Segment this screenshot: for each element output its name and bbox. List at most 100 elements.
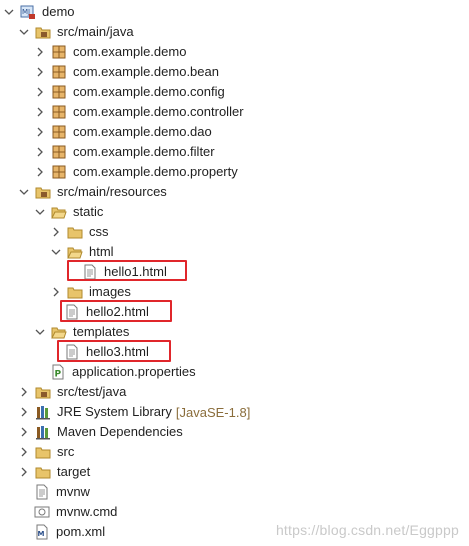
folder-icon [35, 464, 51, 480]
svg-text:MJ: MJ [22, 8, 30, 16]
source-folder-icon [35, 184, 51, 200]
tree-node-package[interactable]: com.example.demo [35, 42, 186, 62]
library-label: Maven Dependencies [57, 424, 183, 439]
tree-node-jre-library[interactable]: JRE System Library [JavaSE-1.8] [19, 402, 250, 422]
tree-node-package[interactable]: com.example.demo.bean [35, 62, 219, 82]
file-label: pom.xml [56, 524, 106, 539]
folder-label: css [89, 224, 109, 239]
package-icon [51, 84, 67, 100]
folder-label: images [89, 284, 131, 299]
file-icon [34, 484, 50, 500]
library-version-label: [JavaSE-1.8] [175, 404, 251, 420]
package-label: com.example.demo.property [73, 164, 238, 179]
tree-node-src-main-java[interactable]: src/main/java [19, 22, 134, 42]
tree-node-package[interactable]: com.example.demo.controller [35, 102, 244, 122]
properties-file-icon: P [50, 364, 66, 380]
chevron-right-icon[interactable] [51, 287, 61, 297]
file-label: application.properties [72, 364, 196, 379]
chevron-right-icon[interactable] [35, 127, 45, 137]
project-label: demo [42, 4, 75, 19]
folder-open-icon [67, 244, 83, 260]
chevron-right-icon[interactable] [19, 387, 29, 397]
tree-node-css[interactable]: css [51, 222, 109, 242]
chevron-right-icon[interactable] [19, 447, 29, 457]
file-label: mvnw.cmd [56, 504, 118, 519]
pom-file-icon: M [34, 524, 50, 540]
package-label: com.example.demo.filter [73, 144, 215, 159]
library-icon [35, 404, 51, 420]
chevron-right-icon[interactable] [19, 427, 29, 437]
source-folder-icon [35, 24, 51, 40]
cmd-file-icon [34, 504, 50, 520]
folder-open-icon [51, 324, 67, 340]
package-icon [51, 64, 67, 80]
tree-node-package[interactable]: com.example.demo.filter [35, 142, 215, 162]
package-label: com.example.demo.controller [73, 104, 244, 119]
file-label: mvnw [56, 484, 90, 499]
tree-node-target[interactable]: target [19, 462, 90, 482]
tree-node-package[interactable]: com.example.demo.config [35, 82, 225, 102]
svg-text:P: P [55, 370, 62, 380]
folder-icon [67, 224, 83, 240]
highlight-box [57, 340, 171, 362]
library-label: JRE System Library [57, 404, 172, 419]
java-project-icon: MJ [20, 4, 36, 20]
tree-node-maven-deps[interactable]: Maven Dependencies [19, 422, 183, 442]
folder-label: static [73, 204, 104, 219]
chevron-right-icon[interactable] [35, 87, 45, 97]
svg-text:M: M [38, 530, 45, 538]
package-icon [51, 104, 67, 120]
tree-node-package[interactable]: com.example.demo.dao [35, 122, 212, 142]
chevron-down-icon[interactable] [4, 7, 14, 17]
tree-node-html[interactable]: html [51, 242, 114, 262]
package-label: com.example.demo.config [73, 84, 225, 99]
chevron-right-icon[interactable] [19, 407, 29, 417]
chevron-down-icon[interactable] [19, 27, 29, 37]
package-label: com.example.demo.bean [73, 64, 219, 79]
tree-node-package[interactable]: com.example.demo.property [35, 162, 238, 182]
package-icon [51, 44, 67, 60]
tree-node-mvnw[interactable]: mvnw [34, 482, 90, 502]
library-icon [35, 424, 51, 440]
tree-node-project[interactable]: MJ demo [4, 2, 75, 22]
folder-label: src/test/java [57, 384, 127, 399]
folder-label: target [57, 464, 91, 479]
tree-node-src-main-resources[interactable]: src/main/resources [19, 182, 167, 202]
chevron-right-icon[interactable] [35, 47, 45, 57]
folder-open-icon [51, 204, 67, 220]
package-icon [51, 164, 67, 180]
tree-node-application-properties[interactable]: P application.properties [50, 362, 196, 382]
tree-node-src-test-java[interactable]: src/test/java [19, 382, 126, 402]
chevron-right-icon[interactable] [35, 147, 45, 157]
chevron-right-icon[interactable] [51, 227, 61, 237]
highlight-box [60, 300, 172, 322]
chevron-right-icon[interactable] [35, 167, 45, 177]
tree-node-images[interactable]: images [51, 282, 131, 302]
folder-icon [67, 284, 83, 300]
folder-label: html [89, 244, 114, 259]
chevron-down-icon[interactable] [19, 187, 29, 197]
folder-label: src/main/resources [57, 184, 167, 199]
chevron-down-icon[interactable] [35, 207, 45, 217]
package-label: com.example.demo [73, 44, 187, 59]
tree-node-static[interactable]: static [35, 202, 103, 222]
chevron-right-icon[interactable] [35, 107, 45, 117]
chevron-down-icon[interactable] [35, 327, 45, 337]
tree-node-pom[interactable]: M pom.xml [34, 522, 105, 542]
package-icon [51, 124, 67, 140]
folder-label: src/main/java [57, 24, 134, 39]
folder-label: src [57, 444, 75, 459]
chevron-right-icon[interactable] [35, 67, 45, 77]
tree-node-mvnw-cmd[interactable]: mvnw.cmd [34, 502, 117, 522]
tree-node-src[interactable]: src [19, 442, 74, 462]
chevron-right-icon[interactable] [19, 467, 29, 477]
watermark: https://blog.csdn.net/Eggppp [275, 522, 459, 538]
highlight-box [67, 260, 187, 281]
package-label: com.example.demo.dao [73, 124, 212, 139]
package-icon [51, 144, 67, 160]
chevron-down-icon[interactable] [51, 247, 61, 257]
folder-label: templates [73, 324, 130, 339]
source-folder-icon [35, 384, 51, 400]
folder-icon [35, 444, 51, 460]
tree-node-templates[interactable]: templates [35, 322, 129, 342]
